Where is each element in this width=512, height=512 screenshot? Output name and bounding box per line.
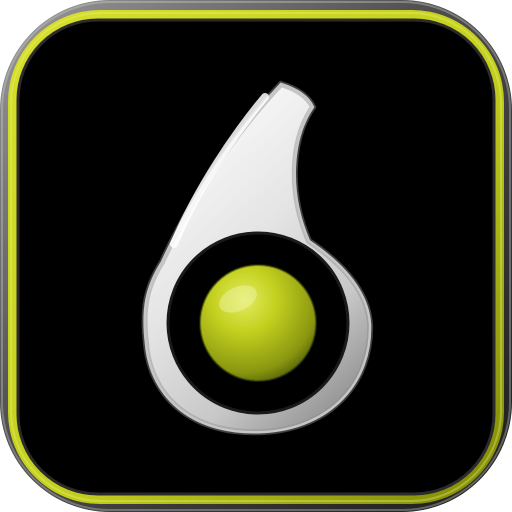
app-icon-stage [0,0,512,512]
whistle-icon[interactable] [0,0,512,512]
